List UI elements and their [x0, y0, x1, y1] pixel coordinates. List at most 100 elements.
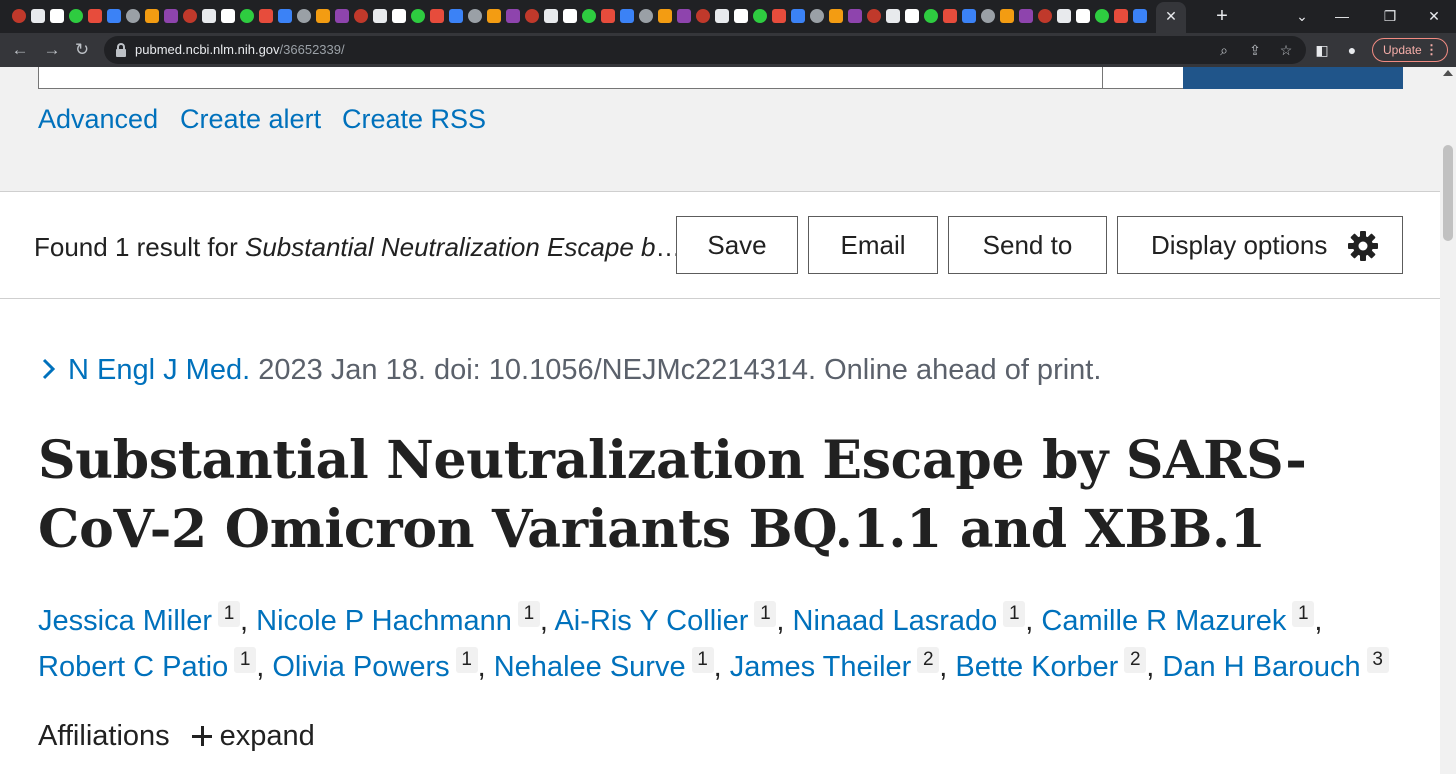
tab-favicon-icon[interactable] — [734, 9, 748, 23]
affiliation-number[interactable]: 1 — [691, 647, 714, 673]
tab-favicon-icon[interactable] — [373, 9, 387, 23]
tab-favicon-icon[interactable] — [449, 9, 463, 23]
create-alert-link[interactable]: Create alert — [180, 103, 321, 135]
tab-favicon-icon[interactable] — [221, 9, 235, 23]
tab-favicon-icon[interactable] — [107, 9, 121, 23]
tab-favicon-icon[interactable] — [791, 9, 805, 23]
tab-favicon-icon[interactable] — [411, 9, 425, 23]
email-button[interactable]: Email — [808, 216, 938, 274]
tab-favicon-icon[interactable] — [164, 9, 178, 23]
author-link[interactable]: Robert C Patio — [38, 651, 228, 683]
tab-search-icon[interactable]: ⌄ — [1290, 4, 1314, 28]
side-panel-icon[interactable]: ◧ — [1310, 38, 1334, 62]
minimize-icon[interactable]: — — [1330, 4, 1354, 28]
new-tab-button[interactable]: + — [1212, 5, 1232, 27]
tab-favicon-icon[interactable] — [354, 9, 368, 23]
address-bar[interactable]: pubmed.ncbi.nlm.nih.gov/36652339/ ⌕ ⇪ ☆ — [104, 36, 1306, 64]
affiliation-number[interactable]: 1 — [1292, 601, 1315, 627]
search-input[interactable] — [38, 67, 1103, 89]
tab-favicon-icon[interactable] — [639, 9, 653, 23]
expand-link[interactable]: expand — [220, 720, 315, 752]
tab-favicon-icon[interactable] — [88, 9, 102, 23]
author-link[interactable]: Dan H Barouch — [1162, 651, 1360, 683]
tab-favicon-icon[interactable] — [31, 9, 45, 23]
tab-favicon-icon[interactable] — [905, 9, 919, 23]
author-link[interactable]: Olivia Powers — [272, 651, 449, 683]
affiliation-number[interactable]: 1 — [218, 601, 241, 627]
tab-favicon-icon[interactable] — [145, 9, 159, 23]
tab-favicon-icon[interactable] — [696, 9, 710, 23]
save-button[interactable]: Save — [676, 216, 798, 274]
author-link[interactable]: Nehalee Surve — [494, 651, 686, 683]
tab-favicon-icon[interactable] — [1057, 9, 1071, 23]
tab-favicon-icon[interactable] — [1000, 9, 1014, 23]
forward-icon[interactable]: → — [40, 38, 64, 62]
author-link[interactable]: Ninaad Lasrado — [793, 605, 998, 637]
tab-favicon-icon[interactable] — [924, 9, 938, 23]
tab-favicon-icon[interactable] — [316, 9, 330, 23]
tab-favicon-icon[interactable] — [1114, 9, 1128, 23]
tab-favicon-icon[interactable] — [715, 9, 729, 23]
plus-icon[interactable] — [191, 726, 212, 746]
tab-favicon-icon[interactable] — [126, 9, 140, 23]
profile-icon[interactable]: ● — [1340, 38, 1364, 62]
tab-favicon-icon[interactable] — [1133, 9, 1147, 23]
tab-favicon-icon[interactable] — [278, 9, 292, 23]
scroll-up-arrow-icon[interactable] — [1443, 70, 1453, 76]
reload-icon[interactable]: ↻ — [70, 38, 94, 62]
search-clear-area[interactable] — [1103, 67, 1183, 89]
share-icon[interactable]: ⇪ — [1243, 38, 1267, 62]
tab-favicon-icon[interactable] — [810, 9, 824, 23]
author-link[interactable]: Nicole P Hachmann — [256, 605, 512, 637]
tab-favicon-icon[interactable] — [544, 9, 558, 23]
tab-favicon-icon[interactable] — [240, 9, 254, 23]
affiliation-number[interactable]: 1 — [234, 647, 257, 673]
update-button[interactable]: Update ⋮ — [1372, 38, 1448, 62]
tab-favicon-icon[interactable] — [677, 9, 691, 23]
tab-favicon-icon[interactable] — [943, 9, 957, 23]
affiliation-number[interactable]: 2 — [1124, 647, 1147, 673]
tab-favicon-icon[interactable] — [962, 9, 976, 23]
tab-favicon-icon[interactable] — [202, 9, 216, 23]
author-link[interactable]: Ai-Ris Y Collier — [554, 605, 748, 637]
affiliation-number[interactable]: 1 — [754, 601, 777, 627]
author-link[interactable]: Camille R Mazurek — [1041, 605, 1286, 637]
author-link[interactable]: Jessica Miller — [38, 605, 212, 637]
tab-favicon-icon[interactable] — [50, 9, 64, 23]
close-window-icon[interactable]: ✕ — [1422, 4, 1446, 28]
tab-favicon-icon[interactable] — [601, 9, 615, 23]
chevron-right-icon[interactable] — [38, 356, 60, 382]
tab-favicon-icon[interactable] — [1019, 9, 1033, 23]
tab-favicon-icon[interactable] — [1038, 9, 1052, 23]
back-icon[interactable]: ← — [8, 38, 32, 62]
tab-favicon-icon[interactable] — [430, 9, 444, 23]
tab-favicon-icon[interactable] — [829, 9, 843, 23]
tab-favicon-icon[interactable] — [12, 9, 26, 23]
tab-favicon-icon[interactable] — [1076, 9, 1090, 23]
tab-favicon-icon[interactable] — [620, 9, 634, 23]
tab-favicon-icon[interactable] — [563, 9, 577, 23]
tab-favicon-icon[interactable] — [753, 9, 767, 23]
tab-favicon-icon[interactable] — [183, 9, 197, 23]
tab-favicon-icon[interactable] — [981, 9, 995, 23]
tab-favicon-icon[interactable] — [259, 9, 273, 23]
zoom-icon[interactable]: ⌕ — [1212, 38, 1236, 62]
affiliation-number[interactable]: 2 — [917, 647, 940, 673]
create-rss-link[interactable]: Create RSS — [342, 103, 486, 135]
scrollbar[interactable] — [1440, 67, 1456, 774]
tab-favicon-icon[interactable] — [297, 9, 311, 23]
restore-icon[interactable]: ❐ — [1378, 4, 1402, 28]
tab-favicon-icon[interactable] — [582, 9, 596, 23]
scrollbar-thumb[interactable] — [1443, 145, 1453, 241]
tab-favicon-icon[interactable] — [335, 9, 349, 23]
tab-favicon-icon[interactable] — [658, 9, 672, 23]
bookmark-star-icon[interactable]: ☆ — [1274, 38, 1298, 62]
tab-favicon-icon[interactable] — [468, 9, 482, 23]
journal-link[interactable]: N Engl J Med. — [68, 354, 250, 386]
tab-favicon-icon[interactable] — [886, 9, 900, 23]
tab-favicon-icon[interactable] — [392, 9, 406, 23]
tab-favicon-icon[interactable] — [506, 9, 520, 23]
affiliation-number[interactable]: 1 — [517, 601, 540, 627]
tab-favicon-icon[interactable] — [848, 9, 862, 23]
display-options-button[interactable]: Display options — [1117, 216, 1403, 274]
